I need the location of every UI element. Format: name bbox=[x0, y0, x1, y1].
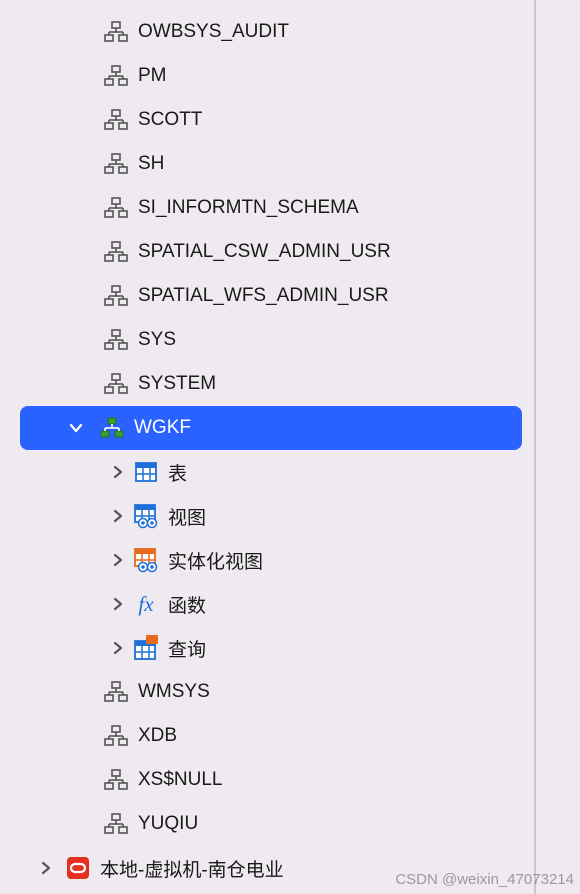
schema-icon bbox=[102, 725, 130, 747]
materialized-view-icon bbox=[132, 547, 160, 573]
schema-label: SI_INFORMTN_SCHEMA bbox=[138, 197, 359, 219]
schema-icon bbox=[102, 109, 130, 131]
schema-label: SPATIAL_CSW_ADMIN_USR bbox=[138, 241, 391, 263]
view-icon bbox=[132, 503, 160, 529]
chevron-right-icon[interactable] bbox=[104, 465, 132, 479]
schema-label: SPATIAL_WFS_ADMIN_USR bbox=[138, 285, 389, 307]
schema-icon bbox=[102, 197, 130, 219]
schema-icon bbox=[102, 769, 130, 791]
schema-item[interactable]: SH bbox=[0, 142, 528, 186]
schema-icon bbox=[102, 329, 130, 351]
chevron-right-icon[interactable] bbox=[32, 861, 60, 875]
schema-item[interactable]: SYSTEM bbox=[0, 362, 528, 406]
child-label: 查询 bbox=[168, 635, 206, 662]
schema-label: SYS bbox=[138, 329, 176, 351]
schema-label: XDB bbox=[138, 725, 177, 747]
schema-item[interactable]: PM bbox=[0, 54, 528, 98]
tree-child-tables[interactable]: 表 bbox=[0, 450, 528, 494]
oracle-icon bbox=[64, 856, 92, 880]
child-label: 表 bbox=[168, 459, 187, 486]
schema-item[interactable]: SI_INFORMTN_SCHEMA bbox=[0, 186, 528, 230]
schema-item-selected[interactable]: WGKF bbox=[20, 406, 522, 450]
schema-item[interactable]: SPATIAL_CSW_ADMIN_USR bbox=[0, 230, 528, 274]
chevron-right-icon[interactable] bbox=[104, 641, 132, 655]
schema-label: SCOTT bbox=[138, 109, 202, 131]
schema-label: YUQIU bbox=[138, 813, 198, 835]
tree-child-materialized-views[interactable]: 实体化视图 bbox=[0, 538, 528, 582]
chevron-right-icon[interactable] bbox=[104, 597, 132, 611]
child-label: 实体化视图 bbox=[168, 547, 263, 574]
schema-icon bbox=[102, 241, 130, 263]
schema-icon bbox=[102, 65, 130, 87]
panel-divider[interactable] bbox=[534, 0, 536, 894]
schema-label: OWBSYS_AUDIT bbox=[138, 21, 289, 43]
connection-label: 本地-虚拟机-南仓电业 bbox=[100, 855, 284, 882]
chevron-right-icon[interactable] bbox=[104, 553, 132, 567]
schema-item[interactable]: XS$NULL bbox=[0, 758, 528, 802]
schema-item[interactable]: OWBSYS_AUDIT bbox=[0, 10, 528, 54]
schema-icon bbox=[102, 681, 130, 703]
schema-item[interactable]: XDB bbox=[0, 714, 528, 758]
schema-label: XS$NULL bbox=[138, 769, 223, 791]
schema-icon bbox=[102, 373, 130, 395]
schema-label: PM bbox=[138, 65, 167, 87]
tree-child-queries[interactable]: 查询 bbox=[0, 626, 528, 670]
tree-child-functions[interactable]: fx 函数 bbox=[0, 582, 528, 626]
child-label: 视图 bbox=[168, 503, 206, 530]
schema-label: SH bbox=[138, 153, 164, 175]
schema-item[interactable]: SCOTT bbox=[0, 98, 528, 142]
chevron-down-icon[interactable] bbox=[62, 421, 90, 435]
chevron-right-icon[interactable] bbox=[104, 509, 132, 523]
function-icon: fx bbox=[132, 592, 160, 617]
tree-child-views[interactable]: 视图 bbox=[0, 494, 528, 538]
schema-item[interactable]: YUQIU bbox=[0, 802, 528, 846]
schema-icon-active bbox=[98, 417, 126, 439]
query-icon bbox=[132, 635, 160, 661]
schema-item[interactable]: WMSYS bbox=[0, 670, 528, 714]
schema-item[interactable]: SYS bbox=[0, 318, 528, 362]
schema-label: WMSYS bbox=[138, 681, 210, 703]
schema-label: SYSTEM bbox=[138, 373, 216, 395]
schema-icon bbox=[102, 21, 130, 43]
schema-icon bbox=[102, 813, 130, 835]
table-icon bbox=[132, 460, 160, 484]
watermark-text: CSDN @weixin_47073214 bbox=[395, 871, 574, 888]
schema-icon bbox=[102, 153, 130, 175]
tree-panel: OWBSYS_AUDIT PM SCOTT SH SI_INFORMTN_SCH… bbox=[0, 0, 528, 890]
schema-label: WGKF bbox=[134, 417, 191, 439]
schema-item[interactable]: SPATIAL_WFS_ADMIN_USR bbox=[0, 274, 528, 318]
schema-icon bbox=[102, 285, 130, 307]
child-label: 函数 bbox=[168, 591, 206, 618]
